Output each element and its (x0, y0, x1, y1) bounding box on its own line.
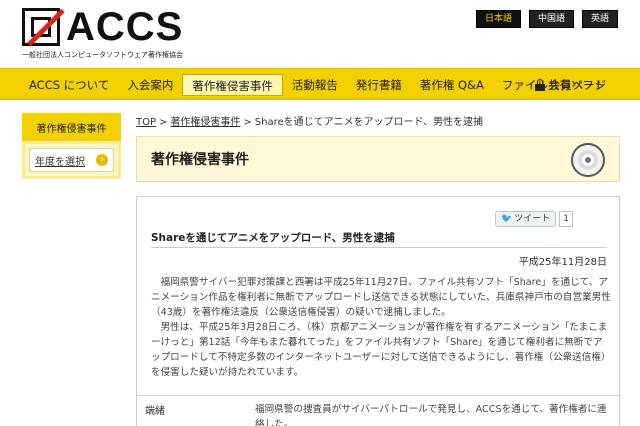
info-label: 端緒 (145, 406, 165, 417)
logo-text: ACCS (66, 5, 184, 49)
nav-about[interactable]: ACCS について (20, 74, 118, 96)
breadcrumb-separator: > (243, 117, 252, 128)
select-year-link[interactable]: 年度を選択 › (29, 148, 114, 172)
info-table: 端緒 福岡県警の捜査員がサイバーパトロールで発見し、ACCSを通じて、著作権者に… (137, 395, 621, 426)
main-nav: ACCS について 入会案内 著作権侵害事件 活動報告 発行書籍 著作権 Q&A… (0, 68, 640, 100)
tweet-widget: 🐦 ツイート 1 (495, 211, 573, 227)
nav-activity-reports[interactable]: 活動報告 (283, 74, 347, 96)
tweet-label: ツイート (514, 214, 551, 224)
breadcrumb-separator: > (159, 117, 168, 128)
page-title-box: 著作権侵害事件 (136, 136, 620, 182)
breadcrumb-top[interactable]: TOP (136, 117, 156, 128)
lang-chinese-button[interactable]: 中国語 (528, 10, 574, 28)
breadcrumb-infringement-cases[interactable]: 著作権侵害事件 (170, 117, 240, 128)
site-header: ACCS 一般社団法人コンピュータソフトウェア著作権協会 日本語 中国語 英語 (0, 0, 640, 68)
sidebar-box: 年度を選択 › (22, 141, 121, 179)
twitter-bird-icon: 🐦 (501, 214, 513, 224)
article-body: 福岡県警サイバー犯罪対策課と西署は平成25年11月27日、ファイル共有ソフト「S… (151, 275, 611, 380)
lock-icon (534, 79, 545, 91)
disc-icon (571, 143, 605, 177)
article-title: Shareを通じてアニメをアップロード、男性を逮捕 (151, 232, 395, 244)
sidebar: 著作権侵害事件 年度を選択 › (22, 113, 121, 179)
member-page-label: 会員ページ (548, 78, 606, 92)
article-paragraph: 福岡県警サイバー犯罪対策課と西署は平成25年11月27日、ファイル共有ソフト「S… (151, 277, 611, 318)
nav-publications[interactable]: 発行書籍 (347, 74, 411, 96)
lang-english-button[interactable]: 英語 (581, 10, 618, 28)
arrow-right-icon: › (96, 154, 108, 166)
nav-infringement-cases[interactable]: 著作権侵害事件 (182, 74, 283, 96)
logo-mark-icon (22, 8, 65, 47)
nav-copyright-qa[interactable]: 著作権 Q&A (411, 74, 493, 96)
tweet-count: 1 (559, 211, 573, 227)
breadcrumb-current: Shareを通じてアニメをアップロード、男性を逮捕 (254, 117, 484, 128)
nav-member-page[interactable]: 会員ページ (534, 74, 606, 96)
tweet-button[interactable]: 🐦 ツイート (495, 211, 557, 227)
nav-membership[interactable]: 入会案内 (118, 74, 182, 96)
article: 🐦 ツイート 1 Shareを通じてアニメをアップロード、男性を逮捕 平成25年… (136, 196, 621, 426)
sidebar-heading: 著作権侵害事件 (22, 113, 121, 141)
accs-logo[interactable]: ACCS 一般社団法人コンピュータソフトウェア著作権協会 (22, 5, 184, 59)
lang-japanese-button[interactable]: 日本語 (475, 10, 521, 28)
language-switcher: 日本語 中国語 英語 (475, 10, 618, 28)
info-value: 福岡県警の捜査員がサイバーパトロールで発見し、ACCSを通じて、著作権者に連絡し… (255, 404, 607, 426)
article-date: 平成25年11月28日 (518, 257, 607, 268)
info-row: 端緒 福岡県警の捜査員がサイバーパトロールで発見し、ACCSを通じて、著作権者に… (137, 396, 621, 426)
article-paragraph: 男性は、平成25年3月28日ころ、（株）京都アニメーションが著作権を有するアニメ… (151, 322, 611, 378)
select-year-label: 年度を選択 (35, 156, 85, 168)
divider (151, 247, 607, 248)
logo-subtitle: 一般社団法人コンピュータソフトウェア著作権協会 (22, 51, 183, 59)
page-title: 著作権侵害事件 (151, 152, 249, 168)
breadcrumb: TOP > 著作権侵害事件 > Shareを通じてアニメをアップロード、男性を逮捕 (136, 113, 483, 128)
